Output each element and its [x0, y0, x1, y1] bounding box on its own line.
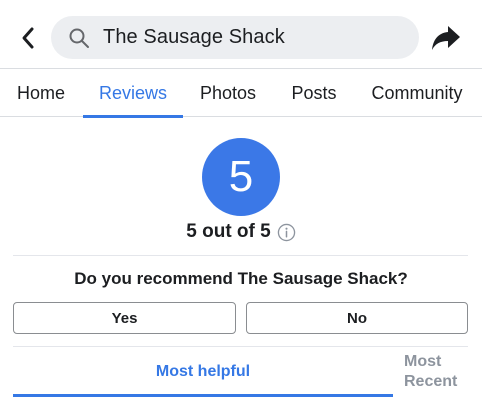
sort-recent-label-line2: Recent — [404, 373, 458, 390]
rating-value: 5 — [228, 152, 254, 201]
chevron-left-icon — [22, 27, 34, 49]
share-arrow-icon — [432, 26, 460, 50]
rating-badge: 5 — [202, 138, 280, 216]
search-icon — [69, 28, 89, 48]
divider — [13, 255, 468, 256]
recommend-yes-button[interactable]: Yes — [13, 302, 236, 334]
sort-most-helpful-tab[interactable]: Most helpful — [13, 350, 393, 394]
sort-most-recent-tab[interactable]: Most Recent — [404, 352, 474, 392]
search-bar[interactable]: The Sausage Shack — [51, 16, 419, 59]
page-tabs: Home Reviews Photos Posts Community — [0, 68, 482, 118]
tab-community[interactable]: Community — [362, 69, 472, 117]
back-button[interactable] — [14, 22, 42, 54]
tab-posts[interactable]: Posts — [282, 69, 346, 117]
sort-recent-label-line1: Most — [404, 353, 442, 370]
recommend-no-button[interactable]: No — [246, 302, 468, 334]
tab-reviews[interactable]: Reviews — [83, 69, 183, 117]
rating-summary-row: 5 out of 5 — [0, 220, 482, 244]
tab-home[interactable]: Home — [6, 69, 76, 117]
top-bar: The Sausage Shack — [0, 0, 482, 68]
share-button[interactable] — [430, 22, 462, 54]
search-query[interactable]: The Sausage Shack — [103, 26, 285, 49]
recommend-question: Do you recommend The Sausage Shack? — [74, 269, 408, 288]
active-sort-indicator — [13, 394, 393, 397]
divider — [13, 346, 468, 347]
tab-photos[interactable]: Photos — [192, 69, 264, 117]
info-icon[interactable] — [277, 223, 296, 242]
active-tab-indicator — [83, 115, 183, 118]
rating-summary: 5 out of 5 — [186, 221, 271, 242]
